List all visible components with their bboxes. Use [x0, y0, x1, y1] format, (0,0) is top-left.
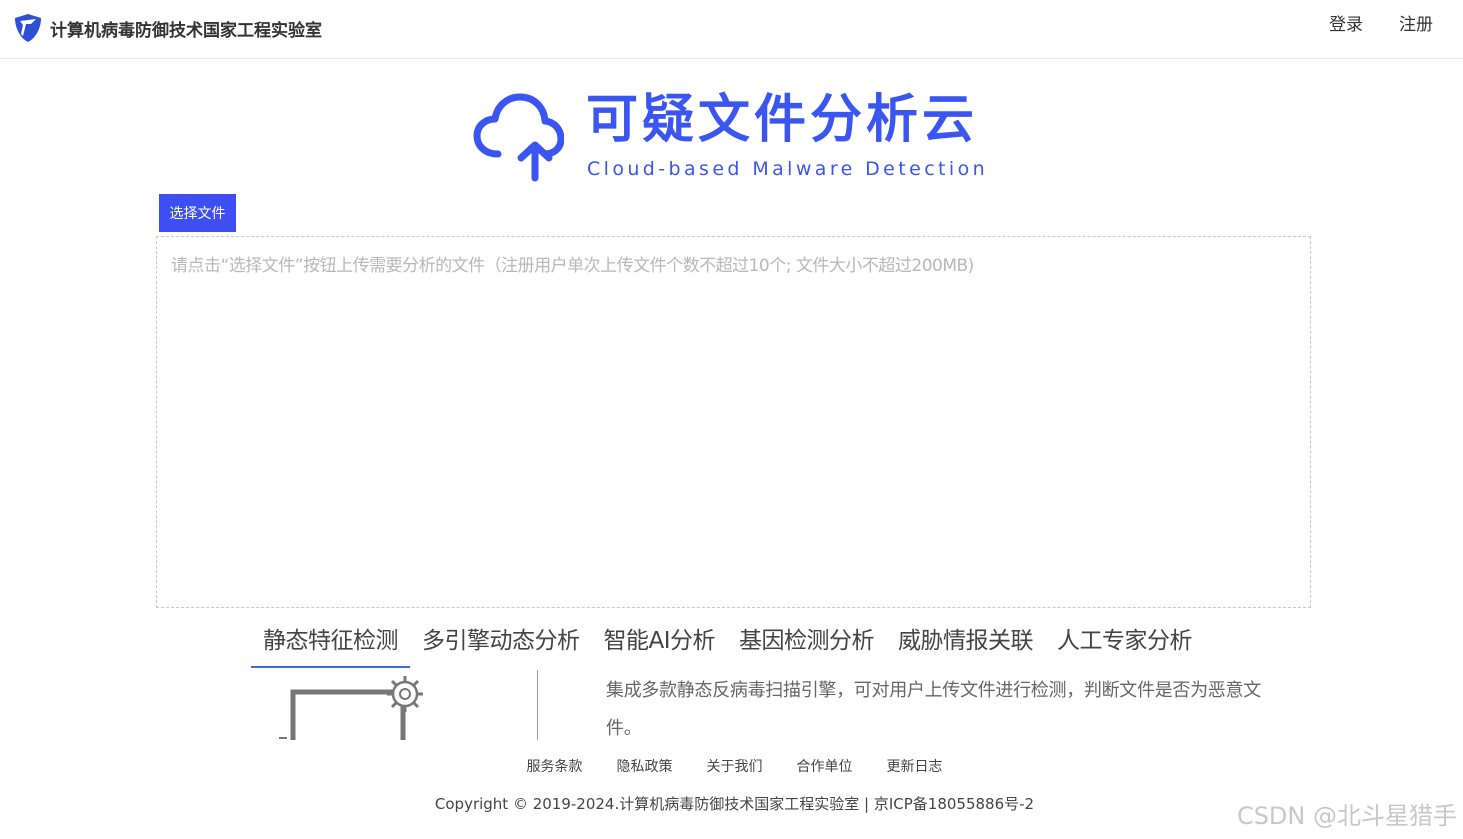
- content-divider: [537, 670, 538, 740]
- footer-link-changelog[interactable]: 更新日志: [887, 756, 943, 776]
- logo-link[interactable]: 计算机病毒防御技术国家工程实验室: [12, 12, 322, 44]
- auth-nav: 登录 注册: [1329, 13, 1433, 37]
- choose-file-button[interactable]: 选择文件: [159, 194, 236, 232]
- watermark: CSDN @北斗星猎手: [1236, 802, 1457, 830]
- gear-screen-icon: [279, 676, 423, 740]
- org-name: 计算机病毒防御技术国家工程实验室: [50, 20, 322, 41]
- tab-description: 集成多款静态反病毒扫描引擎，可对用户上传文件进行检测，判断文件是否为恶意文件。: [606, 680, 1261, 739]
- feature-tabs: 静态特征检测 多引擎动态分析 智能AI分析 基因检测分析 威胁情报关联 人工专家…: [251, 622, 1204, 668]
- upload-hint: 请点击“选择文件”按钮上传需要分析的文件（注册用户单次上传文件个数不超过10个;…: [171, 256, 974, 276]
- tab-threat-intel[interactable]: 威胁情报关联: [886, 622, 1045, 668]
- file-drop-zone[interactable]: 请点击“选择文件”按钮上传需要分析的文件（注册用户单次上传文件个数不超过10个;…: [156, 236, 1311, 608]
- page-root: 计算机病毒防御技术国家工程实验室 登录 注册 可疑文件分析云 Cloud-bas…: [0, 0, 1463, 839]
- footer-link-about[interactable]: 关于我们: [707, 756, 763, 776]
- login-link[interactable]: 登录: [1329, 13, 1363, 37]
- footer-links: 服务条款 隐私政策 关于我们 合作单位 更新日志: [0, 756, 1463, 776]
- tab-gene-analysis[interactable]: 基因检测分析: [727, 622, 886, 668]
- tab-expert-analysis[interactable]: 人工专家分析: [1045, 622, 1204, 668]
- brand-title: 可疑文件分析云: [586, 90, 979, 150]
- tab-dynamic-analysis[interactable]: 多引擎动态分析: [410, 622, 592, 668]
- footer-link-privacy[interactable]: 隐私政策: [617, 756, 673, 776]
- register-link[interactable]: 注册: [1399, 13, 1433, 37]
- shield-logo-icon: [15, 14, 41, 42]
- tab-ai-analysis[interactable]: 智能AI分析: [592, 622, 728, 668]
- brand-block: 可疑文件分析云 Cloud-based Malware Detection: [472, 88, 992, 184]
- footer-link-terms[interactable]: 服务条款: [527, 756, 583, 776]
- top-header: 计算机病毒防御技术国家工程实验室 登录 注册: [0, 0, 1463, 59]
- cloud-upload-icon: [473, 93, 564, 182]
- footer-link-partners[interactable]: 合作单位: [797, 756, 853, 776]
- tab-static-detection[interactable]: 静态特征检测: [251, 622, 410, 668]
- brand-subtitle: Cloud-based Malware Detection: [587, 158, 989, 180]
